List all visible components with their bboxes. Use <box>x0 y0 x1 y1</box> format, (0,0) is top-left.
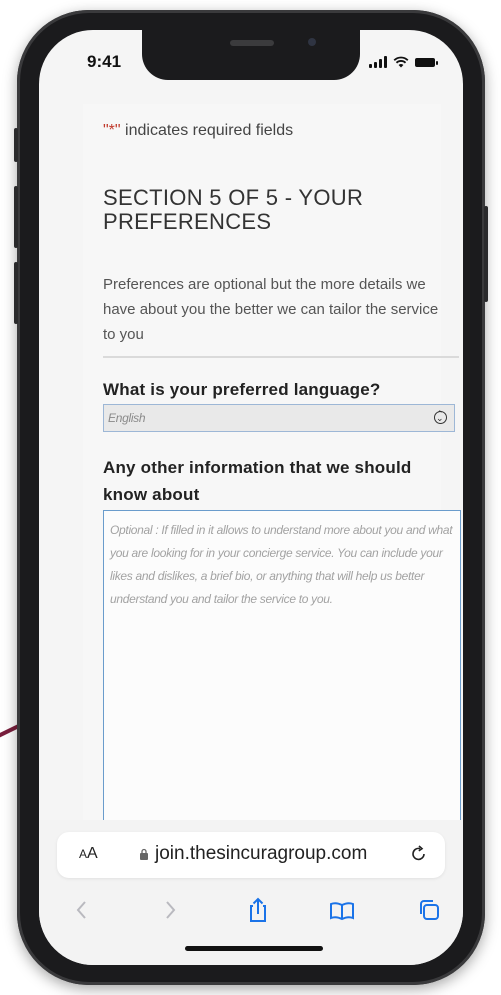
text-size-button[interactable]: AA <box>79 845 98 863</box>
url-text: join.thesincuragroup.com <box>155 843 368 864</box>
select-arrows-icon <box>434 409 447 424</box>
volume-up-button <box>14 186 18 248</box>
required-note-text: indicates required fields <box>120 122 294 139</box>
language-select-value: English <box>108 411 146 425</box>
power-button <box>484 206 488 302</box>
forward-icon[interactable] <box>157 896 183 924</box>
reload-icon[interactable] <box>409 844 429 864</box>
share-icon[interactable] <box>245 896 271 924</box>
section-intro: Preferences are optional but the more de… <box>103 276 439 343</box>
notch <box>142 30 360 80</box>
signal-icon <box>369 56 387 68</box>
address-bar[interactable]: AA join.thesincuragroup.com <box>57 832 445 878</box>
required-marker: "*" <box>103 122 121 139</box>
battery-icon <box>415 57 438 67</box>
section-divider <box>103 356 459 358</box>
tabs-icon[interactable] <box>417 896 443 924</box>
bookmarks-icon[interactable] <box>329 896 355 924</box>
lock-icon <box>140 848 148 860</box>
silent-switch <box>14 128 18 162</box>
speaker-grille <box>230 40 274 46</box>
browser-nav-row <box>39 890 463 930</box>
wifi-icon <box>393 56 409 68</box>
section-title: SECTION 5 OF 5 - YOUR PREFERENCES <box>103 185 364 234</box>
home-indicator[interactable] <box>185 946 323 951</box>
required-fields-note: "*" indicates required fields <box>103 122 293 140</box>
phone-screen: 9:41 "*" indicates required fields SECTI… <box>39 30 463 965</box>
phone-frame: 9:41 "*" indicates required fields SECTI… <box>14 10 488 985</box>
front-camera <box>308 38 316 46</box>
status-icons <box>369 56 438 68</box>
language-select[interactable]: English <box>103 404 455 432</box>
language-label: What is your preferred language? <box>103 380 381 399</box>
status-time: 9:41 <box>87 52 122 71</box>
form-page: "*" indicates required fields SECTION 5 … <box>83 104 461 844</box>
browser-toolbar: AA join.thesincuragroup.com <box>39 820 463 965</box>
other-info-label: Any other information that we should kno… <box>103 458 412 504</box>
other-info-textarea[interactable] <box>103 510 461 840</box>
back-icon[interactable] <box>69 896 95 924</box>
volume-down-button <box>14 262 18 324</box>
